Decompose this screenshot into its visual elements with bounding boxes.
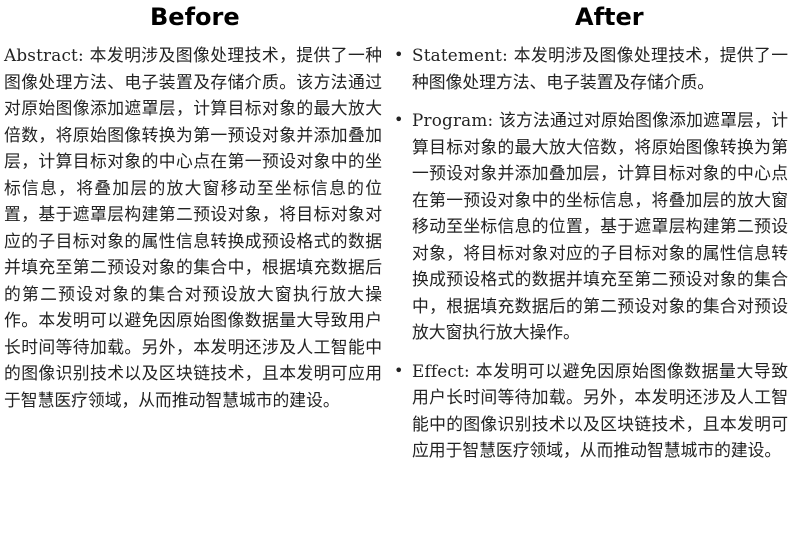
bullet-icon: •: [394, 45, 404, 64]
program-text: 该方法通过对原始图像添加遮罩层，计算目标对象的最大放大倍数，将原始图像转换为第一…: [412, 110, 788, 342]
effect-label: Effect:: [412, 360, 470, 381]
before-heading: Before: [150, 3, 240, 31]
structured-abstract-list: • Statement: 本发明涉及图像处理技术，提供了一种图像处理方法、电子装…: [392, 42, 788, 464]
program-label: Program:: [412, 110, 494, 130]
abstract-paragraph: Abstract: 本发明涉及图像处理技术，提供了一种图像处理方法、电子装置及存…: [4, 42, 382, 413]
after-column: • Statement: 本发明涉及图像处理技术，提供了一种图像处理方法、电子装…: [392, 42, 788, 464]
after-heading: After: [575, 3, 644, 31]
statement-item: • Statement: 本发明涉及图像处理技术，提供了一种图像处理方法、电子装…: [392, 42, 788, 95]
bullet-icon: •: [394, 360, 404, 380]
statement-label: Statement:: [412, 45, 508, 65]
bullet-icon: •: [394, 110, 404, 129]
before-column: Abstract: 本发明涉及图像处理技术，提供了一种图像处理方法、电子装置及存…: [4, 42, 382, 413]
program-item: • Program: 该方法通过对原始图像添加遮罩层，计算目标对象的最大放大倍数…: [392, 107, 788, 346]
abstract-text: 本发明涉及图像处理技术，提供了一种图像处理方法、电子装置及存储介质。该方法通过对…: [4, 45, 382, 410]
effect-item: • Effect: 本发明可以避免因原始图像数据量大导致用户长时间等待加载。另外…: [392, 358, 788, 464]
abstract-label: Abstract:: [4, 45, 84, 65]
